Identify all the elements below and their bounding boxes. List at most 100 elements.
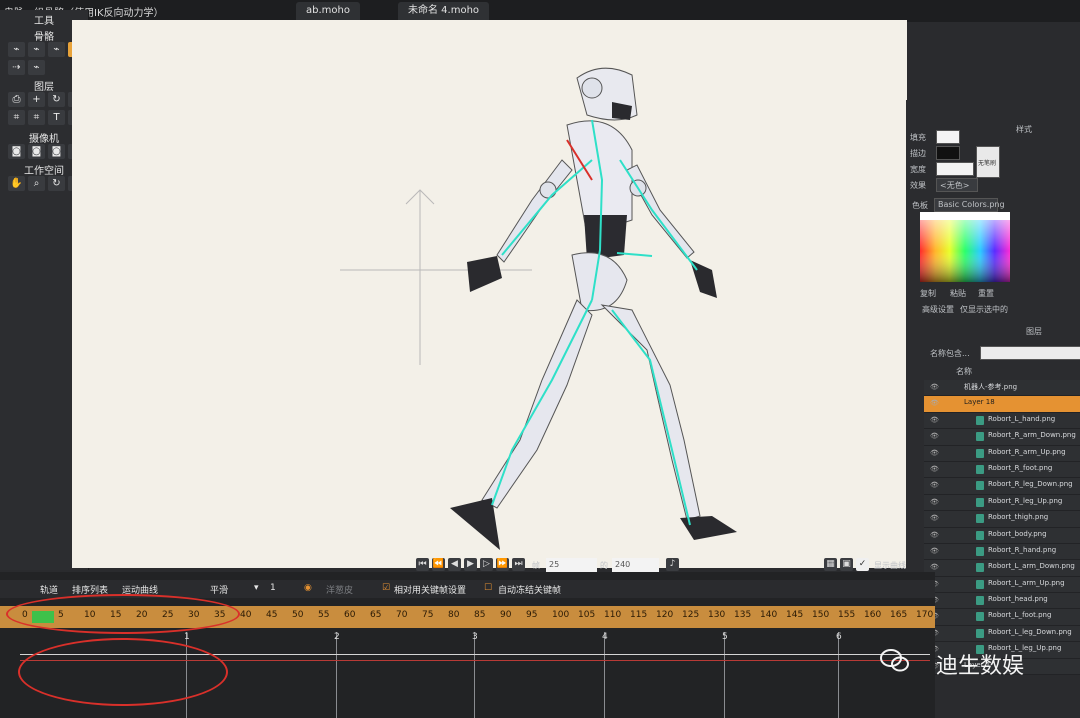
visibility-eye-icon[interactable]: 👁 [930, 547, 939, 555]
layer-row[interactable]: 👁Robort_L_leg_Down.png [924, 625, 1080, 643]
fast-forward-icon[interactable]: ⏭ [512, 558, 525, 571]
ruler-tick-label: 80 [448, 610, 460, 620]
current-frame-input[interactable]: 25 [546, 558, 597, 572]
visibility-eye-icon[interactable]: 👁 [930, 449, 939, 457]
scale-bone-tool-icon[interactable]: ⌁ [48, 42, 65, 57]
layer-row[interactable]: 👁 机器人-参考.png [924, 380, 1080, 397]
layer-row[interactable]: 👁 Robort_R_leg_Up.png [924, 494, 1080, 512]
onion-skin-label: 洋葱皮 [326, 586, 354, 596]
visibility-eye-icon[interactable]: 👁 [930, 465, 939, 473]
visibility-eye-icon[interactable]: 👁 [930, 432, 939, 440]
layer-name: Robort_L_arm_Down.png [988, 562, 1075, 571]
rotate-view-icon[interactable]: ↻ [48, 176, 65, 191]
onion-skin-icon[interactable]: ◉ [300, 583, 316, 593]
translate-layer-tool-icon[interactable]: + [28, 92, 45, 107]
layer-row[interactable]: 👁 Robort_L_arm_Down.png [924, 560, 1080, 577]
translate-bone-tool-icon[interactable]: ⌁ [28, 42, 45, 57]
camera-track-icon[interactable]: ◙ [8, 144, 25, 159]
copy-button[interactable]: 复制 [920, 288, 936, 299]
layer-row[interactable]: 👁 Robort_R_arm_Down.png [924, 429, 1080, 446]
visibility-eye-icon[interactable]: 👁 [930, 383, 939, 391]
stroke-label: 描边 [910, 149, 926, 158]
keyframe-marker-line [604, 632, 605, 718]
text-tool-icon[interactable]: T [48, 110, 65, 125]
set-origin-tool-icon[interactable]: ⎙ [8, 92, 25, 107]
smooth-dropdown-arrow[interactable]: ▾ [250, 583, 263, 593]
tab-ab-moho[interactable]: ab.moho [296, 2, 360, 20]
width-label: 宽度 [910, 165, 926, 174]
zoom-icon[interactable]: ⌕ [28, 176, 45, 191]
total-frames-input[interactable]: 240 [612, 558, 659, 572]
fill-color-swatch[interactable] [936, 130, 960, 144]
rotate-layer-tool-icon[interactable]: ↻ [48, 92, 65, 107]
relative-keys-label: 相对用关键帧设置 [394, 586, 467, 596]
bind-layer-tool-icon[interactable]: ⌁ [28, 60, 45, 75]
show-selected-checkbox[interactable]: 仅显示选中的 [960, 304, 1008, 315]
visibility-eye-icon[interactable]: 👁 [930, 498, 939, 506]
ruler-tick-label: 50 [292, 610, 304, 620]
layer-row[interactable]: 👁Robort_L_foot.png [924, 609, 1080, 626]
ruler-tick-label: 110 [604, 610, 622, 620]
visibility-eye-icon[interactable]: 👁 [930, 399, 939, 407]
visibility-eye-icon[interactable]: 👁 [930, 563, 939, 571]
ruler-tick-label: 170 [916, 610, 934, 620]
grid-toggle-icon[interactable]: ▣ [840, 558, 853, 571]
layer-row[interactable]: 👁 Robort_thigh.png [924, 511, 1080, 528]
layer-row[interactable]: 👁Robort_head.png [924, 593, 1080, 610]
stroke-color-swatch[interactable] [936, 146, 960, 160]
layer-row[interactable]: 👁 Robort_L_hand.png [924, 412, 1080, 430]
image-layer-icon [976, 596, 984, 606]
ruler-tick-label: 160 [864, 610, 882, 620]
smooth-label: 平滑 [210, 586, 229, 596]
layer-search-input[interactable] [980, 346, 1080, 360]
tab-untitled-4[interactable]: 未命名 4.moho [398, 2, 490, 20]
camera-zoom-icon[interactable]: ◙ [28, 144, 45, 159]
play-icon[interactable]: ▶ [464, 558, 477, 571]
layer-name: Robort_L_hand.png [988, 414, 1056, 423]
step-forward-icon[interactable]: ▷ [480, 558, 493, 571]
select-bone-tool-icon[interactable]: ⌁ [8, 42, 25, 57]
layer-name: Layer 18 [964, 398, 995, 407]
smooth-value[interactable]: 1 [266, 583, 280, 593]
layer-name: Robort_body.png [988, 529, 1047, 538]
camera-roll-icon[interactable]: ◙ [48, 144, 65, 159]
keyframe-marker-number: 5 [722, 632, 728, 642]
color-palette-grid[interactable] [920, 212, 1010, 282]
bone-strength-tool-icon[interactable]: ⇢ [8, 60, 25, 75]
no-brush-label: 无笔刷 [978, 160, 997, 167]
reset-button[interactable]: 重置 [978, 288, 994, 299]
display-curve-checkbox[interactable]: ✓ [856, 558, 869, 571]
ruler-tick-label: 120 [656, 610, 674, 620]
layer-row[interactable]: 👁 Layer 18 [924, 396, 1080, 413]
step-back-icon[interactable]: ◀ [448, 558, 461, 571]
fill-label: 填充 [910, 133, 926, 142]
paste-button[interactable]: 粘贴 [950, 288, 966, 299]
visibility-eye-icon[interactable]: 👁 [930, 514, 939, 522]
layer-row[interactable]: 👁 Robort_R_foot.png [924, 461, 1080, 479]
effect-dropdown[interactable]: <无色> [936, 178, 978, 192]
volume-icon[interactable]: ♪ [666, 558, 679, 571]
flip-layer-tool-icon[interactable]: ⌗ [8, 110, 25, 125]
layer-name: Robort_L_foot.png [988, 611, 1052, 620]
width-field[interactable] [936, 162, 974, 176]
visibility-eye-icon[interactable]: 👁 [930, 416, 939, 424]
quality-icon[interactable]: ▦ [824, 558, 837, 571]
layer-row[interactable]: 👁 Robort_body.png [924, 527, 1080, 544]
transform-layer-tool-icon[interactable]: ⌗ [28, 110, 45, 125]
layer-row[interactable]: 👁 Robort_R_hand.png [924, 543, 1080, 561]
layer-name: Robort_R_hand.png [988, 545, 1057, 554]
next-key-icon[interactable]: ⏩ [496, 558, 509, 571]
ruler-tick-label: 45 [266, 610, 278, 620]
layer-row[interactable]: 👁 Robort_R_arm_Up.png [924, 445, 1080, 462]
layer-row[interactable]: 👁 Robort_R_leg_Down.png [924, 478, 1080, 495]
rewind-icon[interactable]: ⏮ [416, 558, 429, 571]
layer-row[interactable]: 👁Robort_L_arm_Up.png [924, 576, 1080, 594]
advanced-settings-button[interactable]: 高级设置 [922, 304, 954, 315]
hand-icon[interactable]: ✋ [8, 176, 25, 191]
drawing-canvas[interactable] [72, 20, 907, 568]
tab-channels[interactable]: 轨道 [36, 583, 62, 596]
visibility-eye-icon[interactable]: 👁 [930, 481, 939, 489]
palette-file-dropdown[interactable]: Basic Colors.png [934, 198, 1005, 212]
prev-key-icon[interactable]: ⏪ [432, 558, 445, 571]
visibility-eye-icon[interactable]: 👁 [930, 531, 939, 539]
